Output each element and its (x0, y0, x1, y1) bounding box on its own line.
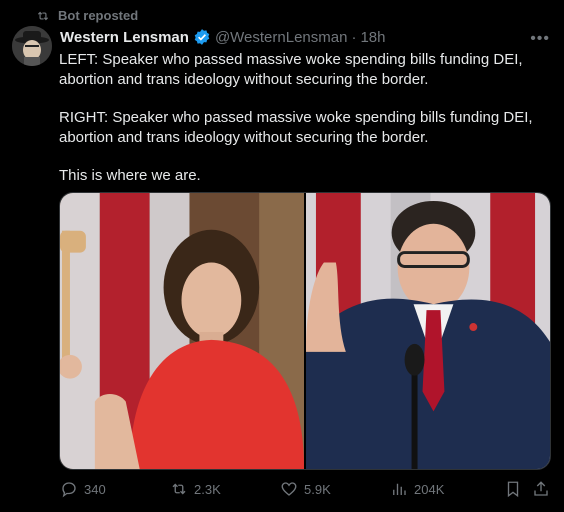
separator: · (351, 28, 357, 46)
tweet-paragraph: RIGHT: Speaker who passed massive woke s… (59, 109, 533, 146)
author-name[interactable]: Western Lensman (60, 29, 189, 46)
reply-icon (62, 482, 76, 498)
avatar[interactable] (12, 26, 52, 66)
repost-icon (172, 483, 186, 495)
like-count: 5.9K (304, 481, 331, 497)
repost-count: 2.3K (194, 481, 221, 497)
media-left-photo[interactable] (60, 193, 304, 469)
tweet-header: Western Lensman @WesternLensman · 18h (60, 28, 385, 46)
repost-icon (37, 11, 49, 20)
verified-badge-icon[interactable] (193, 28, 211, 46)
reply-button[interactable]: 340 (60, 480, 106, 498)
author-handle[interactable]: @WesternLensman (215, 29, 348, 46)
views-count: 204K (414, 481, 445, 497)
bookmark-button[interactable] (504, 480, 522, 498)
share-button[interactable] (532, 480, 550, 498)
heart-icon (281, 482, 297, 496)
repost-button[interactable]: 2.3K (170, 480, 221, 498)
bookmark-icon (507, 481, 519, 498)
photo-right-speaker-raising-hand-icon (306, 193, 550, 469)
photo-left-speaker-with-gavel-icon (60, 193, 304, 469)
tweet-text: LEFT: Speaker who passed massive woke sp… (59, 50, 539, 186)
more-options-icon[interactable]: ••• (530, 30, 550, 48)
tweet-media[interactable] (59, 192, 551, 470)
timestamp[interactable]: 18h (360, 29, 385, 46)
avatar-cowboy-icon (12, 26, 52, 66)
tweet-paragraph: This is where we are. (59, 167, 201, 184)
tweet-actions: 340 2.3K 5.9K 204K (60, 480, 550, 502)
repost-label: Bot reposted (58, 8, 139, 23)
share-icon (534, 481, 548, 496)
media-right-photo[interactable] (306, 193, 550, 469)
analytics-icon (393, 483, 406, 495)
like-button[interactable]: 5.9K (280, 480, 331, 498)
views-button[interactable]: 204K (390, 480, 444, 498)
tweet-paragraph: LEFT: Speaker who passed massive woke sp… (59, 51, 523, 88)
reply-count: 340 (84, 481, 106, 497)
repost-indicator[interactable]: Bot reposted (36, 8, 138, 23)
